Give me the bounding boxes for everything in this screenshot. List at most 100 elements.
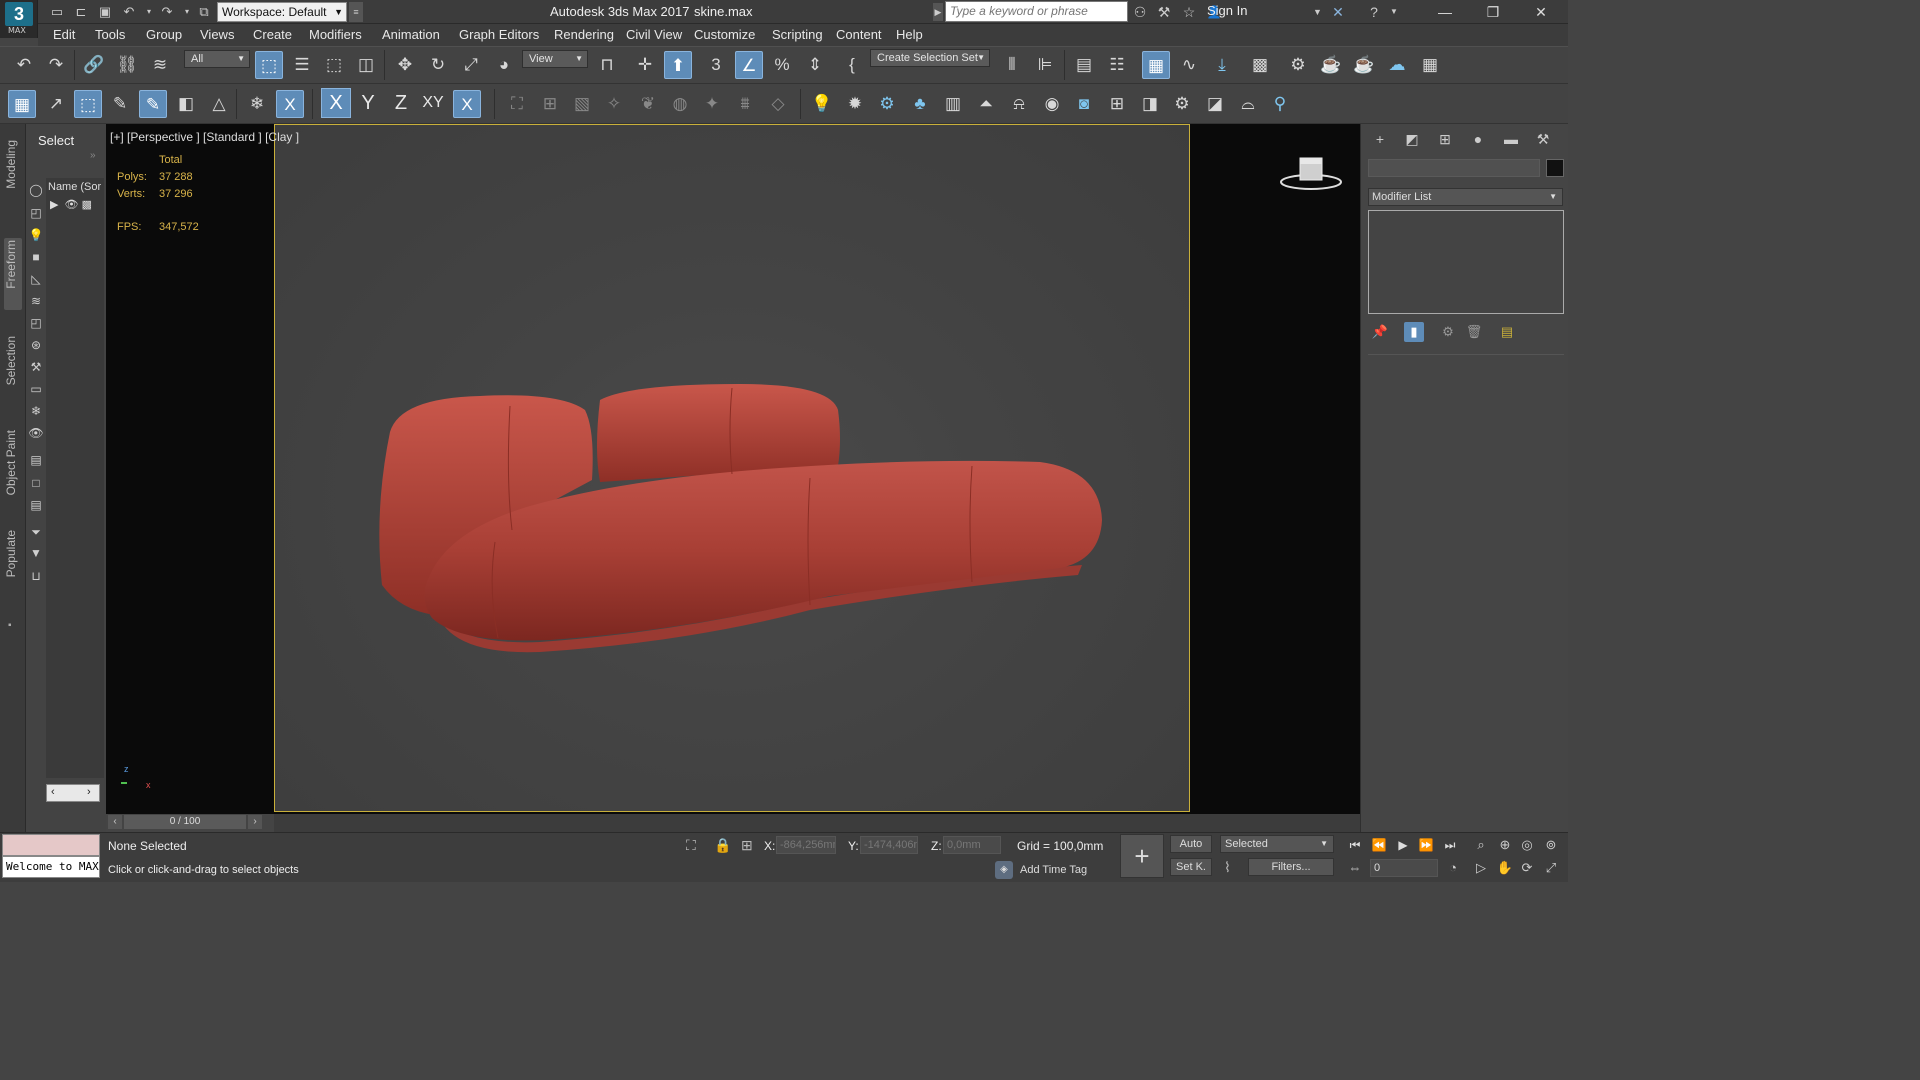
render-region-icon[interactable]: ▧ <box>568 90 596 118</box>
expand-arrow-icon[interactable]: ▶ <box>50 199 58 211</box>
time-config-icon[interactable]: ◔ <box>1444 859 1462 877</box>
rectangular-selection-icon[interactable]: ⬚ <box>320 51 348 79</box>
chevron-down-icon[interactable]: ▼ <box>1385 3 1403 21</box>
quick-access-customize-icon[interactable]: ≡ <box>349 2 363 22</box>
app-menu-button[interactable]: 3 MAX <box>0 0 38 38</box>
render-in-cloud-icon[interactable]: ☁ <box>1383 51 1411 79</box>
favorites-star-icon[interactable]: ☆ <box>1180 3 1198 21</box>
helper-icon[interactable]: ◍ <box>666 90 694 118</box>
display-geometry-icon[interactable]: ◯ <box>28 182 44 198</box>
axis-xy-button[interactable]: XY <box>418 88 448 118</box>
align-icon[interactable]: ⊫ <box>1031 51 1059 79</box>
grid-icon[interactable]: ▦ <box>8 90 36 118</box>
named-selection-sets-dropdown[interactable]: Create Selection Set ▼ <box>870 49 990 67</box>
stack-icon[interactable]: ⩩ <box>731 90 759 118</box>
select-object-icon[interactable]: ⬚ <box>255 51 283 79</box>
isolate-selection-icon[interactable]: ⛶ <box>686 837 696 854</box>
undo-dropdown-icon[interactable]: ▾ <box>140 3 158 21</box>
workspace-dropdown[interactable]: Workspace: Default ▼ <box>217 2 347 22</box>
scene-explorer-toggle-icon[interactable]: ▦ <box>1142 51 1170 79</box>
menu-customize[interactable]: Customize <box>694 27 755 42</box>
key-filter-dropdown[interactable]: Selected ▼ <box>1220 835 1334 853</box>
layers-tool-icon[interactable]: ⛶ <box>503 90 531 118</box>
axis-x-button[interactable]: X <box>321 88 351 118</box>
zoom-extents-all-icon[interactable]: ⊚ <box>1542 836 1560 854</box>
selection-lock-icon[interactable]: ◧ <box>172 90 200 118</box>
undo-icon[interactable]: ↶ <box>120 3 138 21</box>
create-tab-icon[interactable]: + <box>1369 129 1391 149</box>
display-frozen-icon[interactable]: ❄ <box>28 403 44 419</box>
bell-icon[interactable]: ⍾ <box>1005 90 1033 118</box>
sun-icon[interactable]: ✹ <box>841 90 869 118</box>
menu-edit[interactable]: Edit <box>53 27 75 42</box>
scene-root-row[interactable]: ▶ 👁 ▩ <box>50 198 92 211</box>
undo-icon[interactable]: ↶ <box>10 51 38 79</box>
viewport-label-menu[interactable]: [+] [Perspective ] [Standard ] [Clay ] <box>110 130 299 144</box>
selection-filter-dropdown[interactable]: All ▼ <box>184 50 250 68</box>
auto-key-button[interactable]: Auto <box>1170 835 1212 853</box>
track-bar[interactable] <box>274 814 1360 832</box>
go-to-start-icon[interactable]: ⏮ <box>1346 836 1364 854</box>
exchange-apps-icon[interactable]: ✕ <box>1329 3 1347 21</box>
menu-rendering[interactable]: Rendering <box>554 27 614 42</box>
percent-snap-icon[interactable]: % <box>768 51 796 79</box>
redo-dropdown-icon[interactable]: ▾ <box>178 3 196 21</box>
menu-help[interactable]: Help <box>896 27 923 42</box>
bulb-outline-icon[interactable]: ⚲ <box>1266 90 1294 118</box>
show-end-result-icon[interactable]: ▮ <box>1404 322 1424 342</box>
display-bones-icon[interactable]: ⚒ <box>28 359 44 375</box>
display-cameras-icon[interactable]: ■ <box>28 249 44 265</box>
configure-modifier-sets-icon[interactable]: ▤ <box>1497 322 1517 342</box>
close-button[interactable]: ✕ <box>1518 0 1564 24</box>
ribbon-tab-object-paint[interactable]: Object Paint <box>4 430 22 495</box>
viewcube[interactable] <box>1278 152 1344 194</box>
object-color-swatch[interactable] <box>1546 159 1564 177</box>
particle-icon[interactable]: ❦ <box>634 90 662 118</box>
ribbon-tab-selection[interactable]: Selection <box>4 336 22 385</box>
display-none-icon[interactable]: □ <box>28 475 44 491</box>
time-tag-icon[interactable]: ◈ <box>995 861 1013 879</box>
visibility-eye-icon[interactable]: 👁 <box>65 199 79 211</box>
redo-icon[interactable]: ↷ <box>42 51 70 79</box>
modify-tab-icon[interactable]: ◩ <box>1401 129 1423 149</box>
zoom-all-icon[interactable]: ⊕ <box>1496 836 1514 854</box>
bind-to-space-warp-icon[interactable]: ≋ <box>146 51 174 79</box>
sofa-model[interactable] <box>360 370 1120 670</box>
menu-animation[interactable]: Animation <box>382 27 440 42</box>
forest-icon[interactable]: ♣ <box>906 90 934 118</box>
menu-views[interactable]: Views <box>200 27 234 42</box>
panel-divider[interactable] <box>1368 354 1564 355</box>
chevron-down-icon[interactable]: ▼ <box>1313 3 1322 21</box>
ribbon-tab-freeform[interactable]: Freeform <box>4 240 22 289</box>
axis-z-button[interactable]: Z <box>386 88 416 118</box>
ribbon-expand-icon[interactable]: ▪ <box>8 620 12 631</box>
light-bulb-icon[interactable]: 💡 <box>808 90 836 118</box>
edit-named-selection-icon[interactable]: { <box>838 51 866 79</box>
book-icon[interactable]: ▥ <box>939 90 967 118</box>
pin-stack-icon[interactable]: 📌 <box>1370 322 1390 342</box>
scene-explorer-list[interactable] <box>46 178 104 778</box>
object-name-field[interactable] <box>1368 159 1540 177</box>
save-icon[interactable]: ▣ <box>96 3 114 21</box>
key-filters-button[interactable]: Filters... <box>1248 858 1334 876</box>
y-coordinate-field[interactable]: -1474,406mm <box>860 836 918 854</box>
previous-frame-icon[interactable]: ⏪ <box>1370 836 1388 854</box>
menu-modifiers[interactable]: Modifiers <box>309 27 362 42</box>
mirror-icon[interactable]: ⫴ <box>998 51 1026 79</box>
axis-y-button[interactable]: Y <box>353 88 383 118</box>
curve-editor-icon[interactable]: ∿ <box>1175 51 1203 79</box>
project-icon[interactable]: ⧉ <box>195 3 213 21</box>
schematic-view-icon[interactable]: ⤓ <box>1208 51 1236 79</box>
layer-explorer-icon[interactable]: ▤ <box>1070 51 1098 79</box>
play-icon[interactable]: ▶ <box>1394 836 1412 854</box>
scene-explorer-scrollbar[interactable]: ‹ › <box>46 784 100 802</box>
ribbon-tab-populate[interactable]: Populate <box>4 530 22 577</box>
grid-tool-icon[interactable]: ⊞ <box>536 90 564 118</box>
diamond-icon[interactable]: ◇ <box>764 90 792 118</box>
frame-icon[interactable]: ⊞ <box>1103 90 1131 118</box>
paint-icon[interactable]: ✎ <box>139 90 167 118</box>
menu-content[interactable]: Content <box>836 27 882 42</box>
set-key-mode-button[interactable]: Set K. <box>1170 858 1212 876</box>
select-manipulate-icon[interactable]: ✛ <box>631 51 659 79</box>
render-production-icon[interactable]: ☕ <box>1350 51 1378 79</box>
